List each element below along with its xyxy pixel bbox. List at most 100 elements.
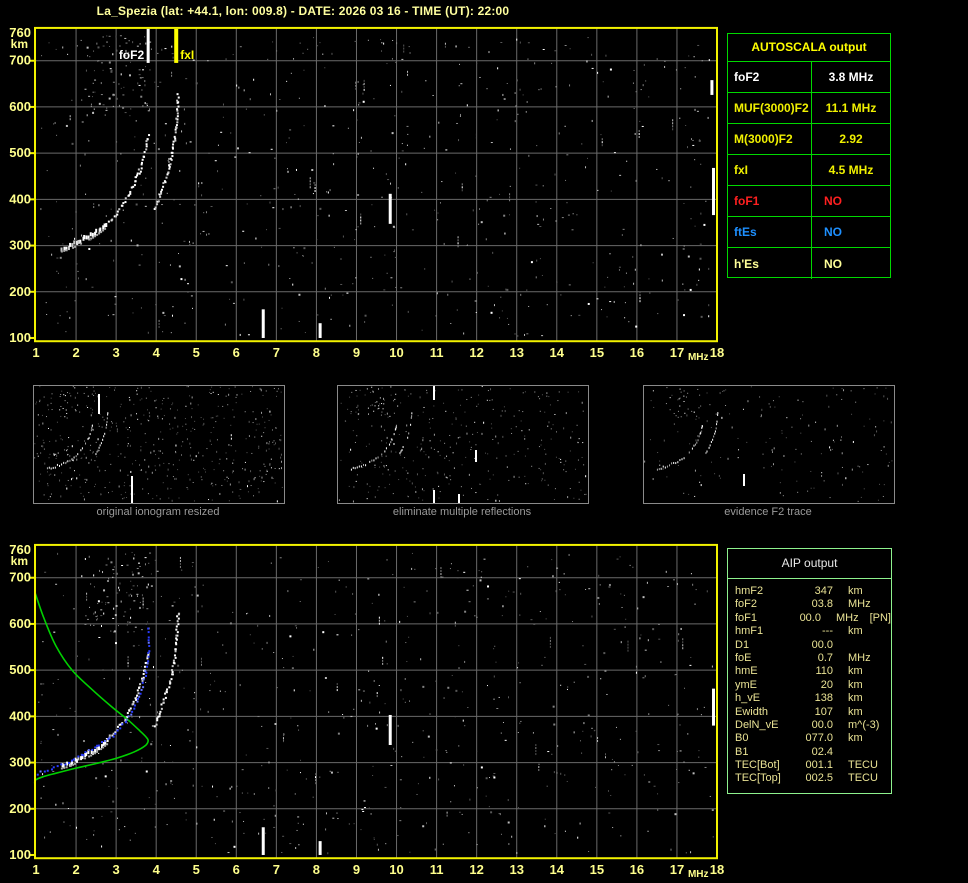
aip-row-h_vE: h_vE 138 km (735, 692, 863, 705)
caption-evidence-f2-trace: evidence F2 trace (724, 506, 812, 518)
svg-text:17: 17 (670, 345, 684, 360)
param-label: foF2 (728, 62, 812, 92)
svg-text:300: 300 (9, 238, 31, 253)
svg-text:1: 1 (32, 862, 39, 877)
svg-text:16: 16 (630, 345, 644, 360)
svg-text:7: 7 (273, 345, 280, 360)
svg-text:16: 16 (630, 862, 644, 877)
svg-text:100: 100 (9, 847, 31, 862)
thumbnail-eliminate-reflections (337, 385, 589, 504)
param-value: 11.1 MHz (825, 101, 877, 115)
svg-text:10: 10 (389, 345, 403, 360)
autoscala-row-foF2: foF2 3.8 MHz (728, 62, 890, 93)
svg-text:MHz: MHz (688, 869, 709, 880)
svg-text:200: 200 (9, 801, 31, 816)
aip-row-hmF2: hmF2 347 km (735, 585, 863, 597)
svg-text:km: km (11, 37, 28, 51)
svg-text:2: 2 (72, 345, 79, 360)
autoscala-row-ftEs: ftEs NO (728, 217, 890, 248)
param-value: NO (824, 194, 842, 208)
svg-text:18: 18 (710, 345, 724, 360)
svg-text:200: 200 (9, 284, 31, 299)
svg-text:14: 14 (550, 862, 565, 877)
param-label: h'Es (728, 248, 812, 279)
thumbnail-evidence-f2-trace (643, 385, 895, 504)
caption-eliminate-reflections: eliminate multiple reflections (392, 506, 532, 518)
svg-text:11: 11 (430, 345, 444, 360)
ionogram-bottom-chart-with-profile: 100200300400500600700760km1 2 3 4 5 6 7 8 9 10 11 1… (9, 542, 724, 880)
autoscala-table-rows: foF2 3.8 MHz MUF(3000)F2 11.1 MHz M(3000)F2 2… (728, 62, 890, 279)
station-title: La_Spezia (lat: +44.1, lon: 009.8) - DAT… (96, 4, 510, 18)
aip-row-foE: foE 0.7 MHz (735, 651, 871, 664)
svg-text:8: 8 (313, 862, 320, 877)
aip-row-TEC[Bot]: TEC[Bot] 001.1 TECU (735, 759, 878, 772)
svg-text:400: 400 (9, 708, 31, 723)
svg-text:2: 2 (72, 862, 79, 877)
aip-table-title: AIP output (728, 549, 891, 579)
svg-text:4: 4 (153, 862, 161, 877)
param-label: fxI (728, 155, 812, 185)
svg-text:3: 3 (113, 862, 120, 877)
svg-text:6: 6 (233, 345, 240, 360)
aip-row-B0: B0 077.0 km (735, 732, 863, 745)
aip-row-hmE: hmE 110 km (735, 665, 863, 678)
autoscala-app-window: { "header": { "title": "La_Spezia (lat: … (0, 0, 968, 883)
autoscala-row-MUF(3000)F2: MUF(3000)F2 11.1 MHz (728, 93, 890, 124)
svg-text:7: 7 (273, 862, 280, 877)
svg-text:18: 18 (710, 862, 724, 877)
svg-text:10: 10 (389, 862, 403, 877)
param-value: 3.8 MHz (828, 70, 874, 84)
svg-text:5: 5 (193, 862, 200, 877)
param-value: 4.5 MHz (828, 163, 874, 177)
svg-text:6: 6 (233, 862, 240, 877)
svg-text:5: 5 (193, 345, 200, 360)
aip-row-Ewidth: Ewidth 107 km (735, 705, 863, 718)
caption-original-ionogram: original ionogram resized (96, 506, 220, 518)
svg-text:700: 700 (9, 570, 31, 585)
svg-text:13: 13 (509, 862, 523, 877)
aip-row-ymE: ymE 20 km (735, 678, 863, 691)
svg-text:15: 15 (590, 862, 604, 877)
svg-text:14: 14 (550, 345, 565, 360)
ionogram-top-chart: 100200300400500600700760km1 2 3 4 5 6 7 8 9 10 11 1… (9, 25, 724, 363)
autoscala-row-h'Es: h'Es NO (728, 248, 890, 279)
param-label: ftEs (728, 217, 812, 247)
svg-text:4: 4 (153, 345, 161, 360)
autoscala-row-M(3000)F2: M(3000)F2 2.92 (728, 124, 890, 155)
svg-text:fxI: fxI (180, 48, 194, 62)
svg-text:17: 17 (670, 862, 684, 877)
aip-row-foF1: foF1 00.0 MHz [PN] (735, 611, 891, 624)
svg-text:300: 300 (9, 755, 31, 770)
thumbnail-original-ionogram (33, 385, 285, 504)
svg-text:100: 100 (9, 330, 31, 345)
aip-row-TEC[Top]: TEC[Top] 002.5 TECU (735, 772, 878, 785)
param-label: M(3000)F2 (728, 124, 812, 154)
autoscala-table-title: AUTOSCALA output (728, 34, 890, 62)
svg-text:8: 8 (313, 345, 320, 360)
svg-text:9: 9 (353, 862, 360, 877)
autoscala-output-table: AUTOSCALA output foF2 3.8 MHz MUF(3000)F2 1… (727, 33, 891, 279)
svg-text:km: km (11, 554, 28, 568)
svg-text:9: 9 (353, 345, 360, 360)
param-value: NO (824, 256, 842, 271)
param-label: MUF(3000)F2 (728, 93, 812, 123)
aip-output-table: AIP output hmF2 347 km foF2 03.8 MHz foF1 00.0 M… (727, 548, 892, 794)
svg-text:11: 11 (430, 862, 444, 877)
autoscala-row-fxI: fxI 4.5 MHz (728, 155, 890, 186)
param-value: NO (824, 225, 842, 239)
autoscala-row-foF1: foF1 NO (728, 186, 890, 217)
svg-text:12: 12 (469, 862, 483, 877)
aip-row-B1: B1 02.4 (735, 745, 833, 758)
param-value: 2.92 (839, 132, 863, 146)
aip-row-foF2: foF2 03.8 MHz (735, 598, 871, 611)
svg-text:1: 1 (32, 345, 39, 360)
svg-text:600: 600 (9, 99, 31, 114)
svg-text:400: 400 (9, 191, 31, 206)
svg-text:15: 15 (590, 345, 604, 360)
aip-row-hmF1: hmF1 --- km (735, 625, 863, 638)
svg-text:13: 13 (509, 345, 523, 360)
svg-text:500: 500 (9, 662, 31, 677)
svg-text:500: 500 (9, 145, 31, 160)
svg-text:12: 12 (469, 345, 483, 360)
aip-row-DelN_vE: DelN_vE 00.0 m^(-3) (735, 718, 880, 731)
